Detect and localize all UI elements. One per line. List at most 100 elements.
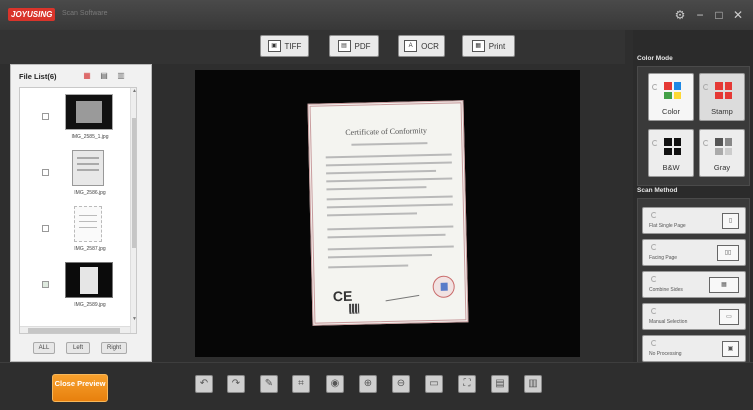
app-logo: JOYUSING (8, 8, 56, 21)
select-all-button[interactable]: ALL (33, 342, 55, 354)
scroll-down-icon[interactable]: ▼ (131, 316, 136, 322)
crop-icon[interactable]: ⌗ (292, 375, 310, 393)
file-list-panel: File List(6) ▦ ▤ ▥ IMG_2585_1.jpg IMG_25… (10, 64, 152, 362)
scan-method-flat-single-page[interactable]: Flat Single Page ▯ (642, 207, 746, 234)
file-checkbox[interactable] (42, 281, 49, 288)
ocr-button[interactable]: A OCR (398, 35, 445, 57)
delete-files-icon[interactable]: ▦ (82, 71, 92, 80)
radio-icon (703, 84, 709, 90)
file-thumbnail (74, 206, 102, 242)
undo-icon[interactable]: ↶ (195, 375, 213, 393)
gear-icon[interactable]: ⚙ (672, 7, 688, 23)
scan-method-no-processing[interactable]: No Processing ▣ (642, 335, 746, 362)
color-mode-label: Gray (713, 163, 731, 172)
radio-icon (651, 308, 657, 314)
minimize-icon[interactable]: − (692, 7, 708, 23)
pdf-button[interactable]: ▤ PDF (329, 35, 379, 57)
radio-icon (652, 140, 658, 146)
zoom-in-icon[interactable]: ⊕ (359, 375, 377, 393)
scan-method-combine-sides[interactable]: Combine Sides ▦ (642, 271, 746, 298)
list-view-icon[interactable]: ▤ (99, 71, 109, 80)
close-icon[interactable]: ✕ (730, 7, 746, 23)
file-name: IMG_2589.jpg (74, 302, 106, 308)
facing-page-icon: ▯▯ (717, 245, 739, 261)
radio-icon (651, 212, 657, 218)
printer-icon: ▦ (471, 40, 485, 52)
rotate-icon[interactable]: ◉ (326, 375, 344, 393)
stamp-swatch-icon (715, 82, 732, 99)
color-mode-label: Stamp (711, 107, 733, 116)
file-thumbnail (65, 262, 113, 298)
list-item[interactable]: IMG_2586.jpg (20, 150, 128, 204)
radio-icon (651, 244, 657, 250)
color-mode-gray[interactable]: Gray (699, 129, 745, 177)
scan-method-label: Manual Selection (649, 319, 688, 325)
radio-icon (651, 340, 657, 346)
fullscreen-icon[interactable]: ⛶ (458, 375, 476, 393)
scanned-document: Certificate of Conformity CE (307, 100, 469, 326)
close-preview-button[interactable]: Close Preview (52, 374, 108, 402)
tiff-label: TIFF (284, 41, 302, 51)
radio-icon (703, 140, 709, 146)
color-mode-bw[interactable]: B&W (648, 129, 694, 177)
tiff-button[interactable]: ▣ TIFF (260, 35, 309, 57)
color-mode-stamp[interactable]: Stamp (699, 73, 745, 121)
vertical-scrollbar[interactable]: ▲ ▼ (130, 88, 136, 333)
file-list[interactable]: IMG_2585_1.jpg IMG_2586.jpg IMG_2587.jpg (19, 87, 137, 334)
bw-swatch-icon (664, 138, 681, 155)
zoom-out-icon[interactable]: ⊖ (392, 375, 410, 393)
pdf-icon: ▤ (337, 40, 351, 52)
toolbar: ▣ TIFF ▤ PDF A OCR ▦ Print (0, 30, 625, 64)
scroll-thumb[interactable] (28, 328, 120, 333)
print-label: Print (488, 41, 506, 51)
file-thumbnail (72, 150, 104, 186)
no-processing-icon: ▣ (722, 341, 739, 357)
preview-area[interactable]: Certificate of Conformity CE (195, 70, 580, 357)
settings-panel: Color Mode Color Stamp B&W Gray Scan Met… (633, 30, 753, 392)
combine-sides-icon: ▦ (709, 277, 739, 293)
color-mode-group: Color Stamp B&W Gray (637, 66, 750, 186)
scan-method-facing-page[interactable]: Facing Page ▯▯ (642, 239, 746, 266)
rotate-right-button[interactable]: Right (101, 342, 127, 354)
manual-selection-icon: ▭ (719, 309, 739, 325)
file-name: IMG_2585_1.jpg (71, 134, 109, 140)
color-mode-title: Color Mode (637, 55, 673, 62)
ocr-icon: A (404, 40, 418, 52)
file-name: IMG_2587.jpg (74, 246, 106, 252)
scan-method-manual-selection[interactable]: Manual Selection ▭ (642, 303, 746, 330)
list-item[interactable]: IMG_2589.jpg (20, 262, 128, 316)
list-item[interactable]: IMG_2587.jpg (20, 206, 128, 260)
scan-method-title: Scan Method (637, 187, 678, 194)
save-icon[interactable]: ▤ (491, 375, 509, 393)
file-name: IMG_2586.jpg (74, 190, 106, 196)
list-item[interactable]: IMG_2585_1.jpg (20, 94, 128, 148)
color-mode-color[interactable]: Color (648, 73, 694, 121)
qr-code (349, 303, 360, 314)
color-mode-label: B&W (662, 163, 680, 172)
scan-method-label: No Processing (649, 351, 682, 357)
redo-icon[interactable]: ↷ (227, 375, 245, 393)
gray-swatch-icon (715, 138, 732, 155)
delete-icon[interactable]: ▥ (524, 375, 542, 393)
seal-stamp (432, 275, 455, 299)
scroll-up-icon[interactable]: ▲ (131, 88, 136, 94)
rotate-left-button[interactable]: Left (66, 342, 90, 354)
print-button[interactable]: ▦ Print (462, 35, 515, 57)
horizontal-scrollbar[interactable] (20, 326, 130, 333)
pdf-label: PDF (354, 41, 371, 51)
single-page-icon: ▯ (722, 213, 739, 229)
scroll-thumb[interactable] (132, 118, 136, 248)
tiff-icon: ▣ (267, 40, 281, 52)
scan-method-label: Facing Page (649, 255, 678, 261)
file-checkbox[interactable] (42, 113, 49, 120)
grid-view-icon[interactable]: ▥ (116, 71, 126, 80)
scan-method-label: Flat Single Page (649, 223, 686, 229)
file-checkbox[interactable] (42, 169, 49, 176)
file-checkbox[interactable] (42, 225, 49, 232)
edit-icon[interactable]: ✎ (260, 375, 278, 393)
bottom-toolbar: Close Preview ↶ ↷ ✎ ⌗ ◉ ⊕ ⊖ ▭ ⛶ ▤ ▥ (0, 362, 753, 410)
fit-page-icon[interactable]: ▭ (425, 375, 443, 393)
ce-mark: CE (332, 287, 353, 305)
maximize-icon[interactable]: □ (711, 7, 727, 23)
color-mode-label: Color (662, 107, 680, 116)
